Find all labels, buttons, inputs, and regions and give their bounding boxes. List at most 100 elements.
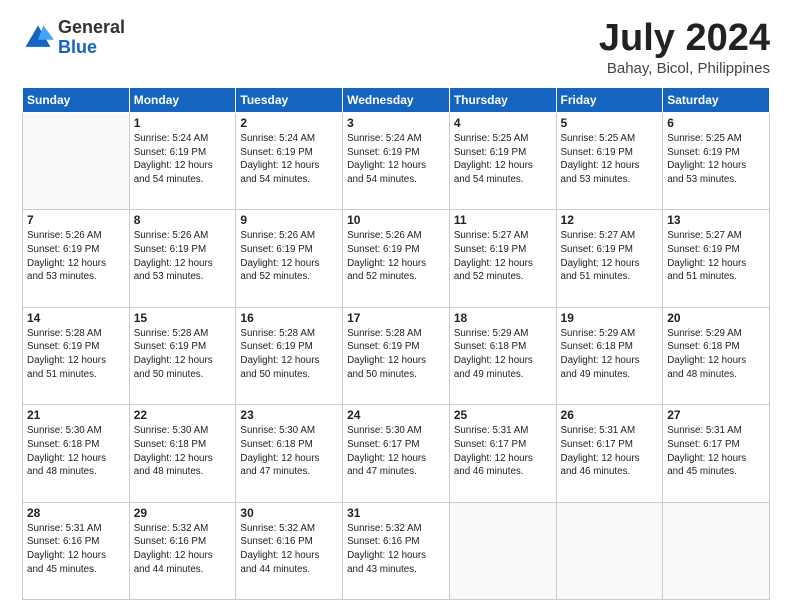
day-number: 28 — [27, 506, 125, 520]
day-number: 16 — [240, 311, 338, 325]
calendar-cell: 25 Sunrise: 5:31 AMSunset: 6:17 PMDayligh… — [449, 405, 556, 502]
day-info: Sunrise: 5:28 AMSunset: 6:19 PMDaylight:… — [347, 327, 445, 382]
calendar-header-row: SundayMondayTuesdayWednesdayThursdayFrid… — [23, 87, 770, 112]
day-number: 7 — [27, 213, 125, 227]
calendar-cell: 29 Sunrise: 5:32 AMSunset: 6:16 PMDayligh… — [129, 502, 236, 599]
day-info: Sunrise: 5:30 AMSunset: 6:17 PMDaylight:… — [347, 424, 445, 479]
calendar-cell: 2 Sunrise: 5:24 AMSunset: 6:19 PMDaylight… — [236, 112, 343, 209]
location: Bahay, Bicol, Philippines — [599, 60, 770, 77]
calendar-cell: 13 Sunrise: 5:27 AMSunset: 6:19 PMDayligh… — [663, 210, 770, 307]
day-number: 5 — [561, 116, 659, 130]
calendar-table: SundayMondayTuesdayWednesdayThursdayFrid… — [22, 87, 770, 600]
day-number: 4 — [454, 116, 552, 130]
day-number: 13 — [667, 213, 765, 227]
day-number: 18 — [454, 311, 552, 325]
calendar-cell: 15Sunrise: 5:28 AMSunset: 6:19 PMDayligh… — [129, 307, 236, 404]
calendar-cell — [556, 502, 663, 599]
day-header-friday: Friday — [556, 87, 663, 112]
day-info: Sunrise: 5:26 AMSunset: 6:19 PMDaylight:… — [134, 229, 232, 284]
day-info: Sunrise: 5:31 AMSunset: 6:17 PMDaylight:… — [561, 424, 659, 479]
calendar-week-row: 7 Sunrise: 5:26 AMSunset: 6:19 PMDaylight… — [23, 210, 770, 307]
day-number: 6 — [667, 116, 765, 130]
calendar-cell: 16 Sunrise: 5:28 AMSunset: 6:19 PMDayligh… — [236, 307, 343, 404]
calendar-week-row: 14 Sunrise: 5:28 AMSunset: 6:19 PMDayligh… — [23, 307, 770, 404]
day-info: Sunrise: 5:27 AMSunset: 6:19 PMDaylight:… — [667, 229, 765, 284]
calendar-cell: 17 Sunrise: 5:28 AMSunset: 6:19 PMDayligh… — [343, 307, 450, 404]
day-number: 1 — [134, 116, 232, 130]
calendar-cell: 30 Sunrise: 5:32 AMSunset: 6:16 PMDayligh… — [236, 502, 343, 599]
day-info: Sunrise: 5:31 AMSunset: 6:17 PMDaylight:… — [454, 424, 552, 479]
day-info: Sunrise: 5:27 AMSunset: 6:19 PMDaylight:… — [454, 229, 552, 284]
day-info: Sunrise: 5:30 AMSunset: 6:18 PMDaylight:… — [240, 424, 338, 479]
day-info: Sunrise: 5:24 AMSunset: 6:19 PMDaylight:… — [347, 132, 445, 187]
day-number: 26 — [561, 408, 659, 422]
calendar-cell: 14 Sunrise: 5:28 AMSunset: 6:19 PMDayligh… — [23, 307, 130, 404]
day-info: Sunrise: 5:24 AMSunset: 6:19 PMDaylight:… — [240, 132, 338, 187]
calendar-cell: 10 Sunrise: 5:26 AMSunset: 6:19 PMDayligh… — [343, 210, 450, 307]
calendar-cell: 1 Sunrise: 5:24 AMSunset: 6:19 PMDaylight… — [129, 112, 236, 209]
day-info: Sunrise: 5:31 AMSunset: 6:17 PMDaylight:… — [667, 424, 765, 479]
calendar-week-row: 1 Sunrise: 5:24 AMSunset: 6:19 PMDaylight… — [23, 112, 770, 209]
day-number: 15 — [134, 311, 232, 325]
day-number: 3 — [347, 116, 445, 130]
header: General Blue July 2024 Bahay, Bicol, Phi… — [22, 18, 770, 77]
calendar-cell: 18 Sunrise: 5:29 AMSunset: 6:18 PMDayligh… — [449, 307, 556, 404]
calendar-cell: 27Sunrise: 5:31 AMSunset: 6:17 PMDayligh… — [663, 405, 770, 502]
day-number: 20 — [667, 311, 765, 325]
day-info: Sunrise: 5:32 AMSunset: 6:16 PMDaylight:… — [134, 522, 232, 577]
day-number: 25 — [454, 408, 552, 422]
calendar-cell: 22Sunrise: 5:30 AMSunset: 6:18 PMDayligh… — [129, 405, 236, 502]
day-number: 2 — [240, 116, 338, 130]
day-info: Sunrise: 5:26 AMSunset: 6:19 PMDaylight:… — [240, 229, 338, 284]
calendar-cell: 4 Sunrise: 5:25 AMSunset: 6:19 PMDaylight… — [449, 112, 556, 209]
calendar-week-row: 21 Sunrise: 5:30 AMSunset: 6:18 PMDayligh… — [23, 405, 770, 502]
day-number: 24 — [347, 408, 445, 422]
calendar-week-row: 28 Sunrise: 5:31 AMSunset: 6:16 PMDayligh… — [23, 502, 770, 599]
day-number: 29 — [134, 506, 232, 520]
day-info: Sunrise: 5:26 AMSunset: 6:19 PMDaylight:… — [347, 229, 445, 284]
day-number: 12 — [561, 213, 659, 227]
day-number: 22 — [134, 408, 232, 422]
day-info: Sunrise: 5:29 AMSunset: 6:18 PMDaylight:… — [561, 327, 659, 382]
title-block: July 2024 Bahay, Bicol, Philippines — [599, 18, 770, 77]
calendar-cell: 6 Sunrise: 5:25 AMSunset: 6:19 PMDaylight… — [663, 112, 770, 209]
calendar-cell: 20 Sunrise: 5:29 AMSunset: 6:18 PMDayligh… — [663, 307, 770, 404]
day-info: Sunrise: 5:26 AMSunset: 6:19 PMDaylight:… — [27, 229, 125, 284]
day-number: 9 — [240, 213, 338, 227]
calendar-cell: 24 Sunrise: 5:30 AMSunset: 6:17 PMDayligh… — [343, 405, 450, 502]
day-info: Sunrise: 5:29 AMSunset: 6:18 PMDaylight:… — [667, 327, 765, 382]
day-info: Sunrise: 5:28 AMSunset: 6:19 PMDaylight:… — [240, 327, 338, 382]
calendar-cell: 9 Sunrise: 5:26 AMSunset: 6:19 PMDaylight… — [236, 210, 343, 307]
day-number: 10 — [347, 213, 445, 227]
calendar-cell: 21Sunrise: 5:30 AMSunset: 6:18 PMDayligh… — [23, 405, 130, 502]
month-title: July 2024 — [599, 18, 770, 60]
day-header-tuesday: Tuesday — [236, 87, 343, 112]
day-info: Sunrise: 5:29 AMSunset: 6:18 PMDaylight:… — [454, 327, 552, 382]
day-header-monday: Monday — [129, 87, 236, 112]
calendar-cell — [449, 502, 556, 599]
calendar-cell: 5Sunrise: 5:25 AMSunset: 6:19 PMDaylight… — [556, 112, 663, 209]
logo: General Blue — [22, 18, 125, 58]
day-info: Sunrise: 5:25 AMSunset: 6:19 PMDaylight:… — [454, 132, 552, 187]
calendar-cell: 28 Sunrise: 5:31 AMSunset: 6:16 PMDayligh… — [23, 502, 130, 599]
day-info: Sunrise: 5:24 AMSunset: 6:19 PMDaylight:… — [134, 132, 232, 187]
calendar-cell — [663, 502, 770, 599]
calendar-cell: 11Sunrise: 5:27 AMSunset: 6:19 PMDayligh… — [449, 210, 556, 307]
calendar-cell: 7 Sunrise: 5:26 AMSunset: 6:19 PMDaylight… — [23, 210, 130, 307]
calendar-cell: 12 Sunrise: 5:27 AMSunset: 6:19 PMDayligh… — [556, 210, 663, 307]
day-info: Sunrise: 5:32 AMSunset: 6:16 PMDaylight:… — [240, 522, 338, 577]
day-number: 19 — [561, 311, 659, 325]
day-info: Sunrise: 5:31 AMSunset: 6:16 PMDaylight:… — [27, 522, 125, 577]
calendar-cell: 3 Sunrise: 5:24 AMSunset: 6:19 PMDaylight… — [343, 112, 450, 209]
day-number: 30 — [240, 506, 338, 520]
day-info: Sunrise: 5:32 AMSunset: 6:16 PMDaylight:… — [347, 522, 445, 577]
day-info: Sunrise: 5:25 AMSunset: 6:19 PMDaylight:… — [667, 132, 765, 187]
day-header-thursday: Thursday — [449, 87, 556, 112]
day-header-wednesday: Wednesday — [343, 87, 450, 112]
day-number: 14 — [27, 311, 125, 325]
day-number: 21 — [27, 408, 125, 422]
calendar-cell: 26 Sunrise: 5:31 AMSunset: 6:17 PMDayligh… — [556, 405, 663, 502]
day-number: 17 — [347, 311, 445, 325]
day-info: Sunrise: 5:28 AMSunset: 6:19 PMDaylight:… — [27, 327, 125, 382]
day-info: Sunrise: 5:27 AMSunset: 6:19 PMDaylight:… — [561, 229, 659, 284]
